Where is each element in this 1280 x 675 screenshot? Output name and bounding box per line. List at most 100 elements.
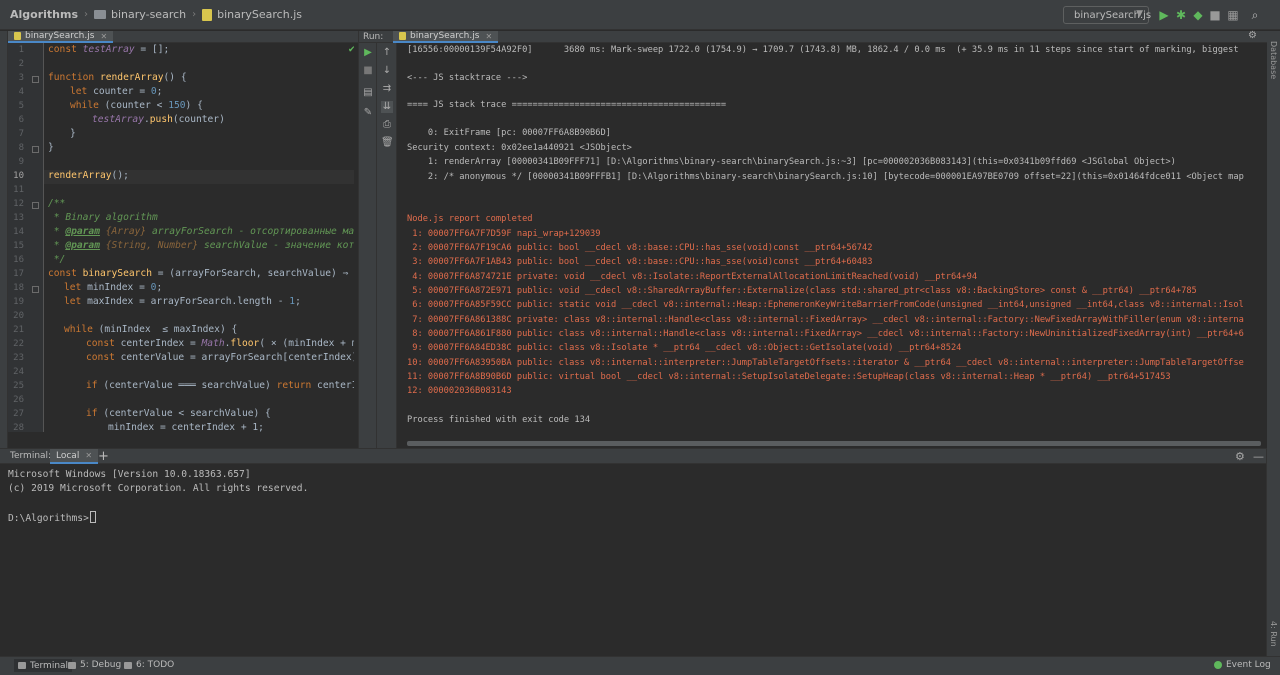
soft-wrap-icon[interactable]: ⇉ bbox=[381, 83, 393, 95]
console-line: 10: 00007FF6A83950BA public: class v8::i… bbox=[407, 358, 1244, 368]
stop-icon[interactable]: ■ bbox=[1208, 7, 1222, 23]
run-tool-window: Run: binarySearch.js ✕ ⚙ ▶ ■ ▤ ✎ ↑ ↓ ⇉ ⇊… bbox=[358, 30, 1267, 448]
console-horizontal-scrollbar[interactable] bbox=[407, 441, 1261, 446]
folder-icon bbox=[94, 10, 107, 19]
fold-marker-icon[interactable] bbox=[32, 202, 39, 209]
console-line: <--- JS stacktrace ---> bbox=[407, 73, 528, 83]
database-tool-button[interactable]: Database bbox=[1269, 41, 1278, 79]
breadcrumb-separator: › bbox=[192, 9, 197, 20]
status-bar: Terminal 5: Debug 6: TODO Event Log bbox=[0, 656, 1280, 675]
gear-icon[interactable]: ⚙ bbox=[1248, 30, 1257, 41]
minimize-icon[interactable]: — bbox=[1253, 449, 1264, 464]
gear-icon[interactable]: ⚙ bbox=[1235, 449, 1245, 464]
console-line: 4: 00007FF6A874721E private: void __cdec… bbox=[407, 272, 978, 282]
coverage-icon[interactable]: ◆ bbox=[1191, 7, 1205, 23]
print-icon[interactable]: ⎙ bbox=[381, 119, 393, 131]
line-number: 19 bbox=[13, 297, 24, 307]
rerun-icon[interactable]: ▶ bbox=[362, 47, 374, 59]
code-line: */ bbox=[48, 254, 66, 265]
line-number: 21 bbox=[13, 325, 24, 335]
todo-tool-button[interactable]: 6: TODO bbox=[124, 660, 174, 670]
list-icon bbox=[124, 661, 132, 669]
close-icon[interactable]: ✕ bbox=[100, 32, 107, 41]
terminal-output[interactable]: Microsoft Windows [Version 10.0.18363.65… bbox=[0, 464, 1266, 656]
console-line: 2: 00007FF6A7F19CA6 public: bool __cdecl… bbox=[407, 243, 873, 253]
chevron-down-icon: ▼ bbox=[1136, 9, 1143, 19]
console-line: [16556:00000139F54A92F0] 3680 ms: Mark-s… bbox=[407, 45, 1239, 55]
run-tool-button[interactable]: 4: Run bbox=[1269, 621, 1278, 647]
js-file-icon bbox=[202, 8, 213, 21]
pin-tab-icon[interactable]: ✎ bbox=[362, 107, 374, 119]
line-number: 17 bbox=[13, 269, 24, 279]
console-line: 3: 00007FF6A7F1AB43 public: bool __cdecl… bbox=[407, 257, 873, 267]
terminal-cursor bbox=[89, 511, 96, 523]
arrow-up-icon[interactable]: ↑ bbox=[381, 47, 393, 59]
console-line: ==== JS stack trace ====================… bbox=[407, 100, 727, 110]
scroll-to-end-icon[interactable]: ⇊ bbox=[381, 101, 393, 113]
arrow-down-icon[interactable]: ↓ bbox=[381, 65, 393, 77]
fold-marker-icon[interactable] bbox=[32, 76, 39, 83]
console-line: 1: renderArray [00000341B09FFF71] [D:\Al… bbox=[407, 157, 1176, 167]
navigation-bar: Algorithms › binary-search › binarySearc… bbox=[0, 0, 1280, 30]
line-number: 27 bbox=[13, 409, 24, 419]
run-configuration-select[interactable]: binarySearch.js ▼ bbox=[1063, 6, 1151, 24]
event-log-button[interactable]: Event Log bbox=[1214, 660, 1271, 670]
console-line: 7: 00007FF6A861388C private: class v8::i… bbox=[407, 315, 1244, 325]
breadcrumb-project[interactable]: Algorithms bbox=[10, 8, 78, 21]
code-line: function renderArray() { bbox=[48, 72, 187, 83]
line-number: 6 bbox=[18, 115, 24, 125]
line-number-gutter: 1 2 3 4 5 6 7 8 9 10 11 12 13 14 15 16 1… bbox=[8, 43, 44, 433]
breadcrumb-folder[interactable]: binary-search bbox=[94, 8, 186, 21]
code-line: if (centerValue < searchValue) { bbox=[86, 408, 271, 419]
search-everywhere-icon[interactable]: ⌕ bbox=[1248, 7, 1262, 23]
todo-tool-label: 6: TODO bbox=[136, 660, 175, 670]
project-structure-icon[interactable]: ▦ bbox=[1226, 7, 1240, 23]
line-number: 11 bbox=[13, 185, 24, 195]
debug-tool-label: 5: Debug bbox=[80, 660, 122, 670]
fold-marker-icon[interactable] bbox=[32, 286, 39, 293]
editor-tab-label: binarySearch.js bbox=[25, 31, 95, 41]
code-line: } bbox=[48, 142, 54, 153]
trash-icon[interactable]: 🗑 bbox=[381, 137, 394, 149]
close-icon[interactable]: ✕ bbox=[485, 32, 492, 41]
run-label: Run: bbox=[363, 32, 384, 42]
console-vertical-scrollbar[interactable] bbox=[1262, 43, 1267, 448]
debug-tool-button[interactable]: 5: Debug bbox=[68, 660, 121, 670]
line-number: 9 bbox=[18, 157, 24, 167]
terminal-line: Microsoft Windows [Version 10.0.18363.65… bbox=[8, 469, 251, 480]
terminal-tab-local[interactable]: Local ✕ bbox=[50, 449, 99, 464]
breadcrumb-folder-label: binary-search bbox=[111, 8, 187, 21]
add-terminal-icon[interactable]: + bbox=[98, 449, 109, 464]
line-number: 16 bbox=[13, 255, 24, 265]
code-line: renderArray(); bbox=[48, 170, 129, 181]
breadcrumb-separator: › bbox=[84, 9, 89, 20]
terminal-tool-button[interactable]: Terminal bbox=[14, 659, 73, 672]
fold-marker-icon[interactable] bbox=[32, 146, 39, 153]
restore-layout-icon[interactable]: ▤ bbox=[362, 87, 374, 99]
code-line: } bbox=[70, 128, 76, 139]
line-number: 3 bbox=[18, 73, 24, 83]
stop-icon[interactable]: ■ bbox=[362, 65, 374, 77]
run-toolbar-primary: ▶ ■ ▤ ✎ bbox=[359, 43, 377, 448]
breadcrumb-file[interactable]: binarySearch.js bbox=[202, 8, 302, 21]
debug-icon[interactable]: ✱ bbox=[1174, 7, 1188, 23]
run-tab-label: binarySearch.js bbox=[410, 31, 480, 41]
run-tab-binarysearch[interactable]: binarySearch.js ✕ bbox=[393, 31, 499, 43]
line-number: 2 bbox=[18, 59, 24, 69]
bug-icon bbox=[68, 661, 76, 669]
editor-tab-bar: binarySearch.js ✕ bbox=[8, 31, 358, 43]
line-number: 7 bbox=[18, 129, 24, 139]
code-line: * Binary algorithm bbox=[48, 212, 158, 223]
run-icon[interactable]: ▶ bbox=[1157, 7, 1171, 23]
line-number: 18 bbox=[13, 283, 24, 293]
code-line: minIndex = centerIndex + 1; bbox=[108, 422, 264, 432]
code-line: testArray.push(counter) bbox=[92, 114, 225, 125]
terminal-icon bbox=[18, 662, 26, 669]
run-console-output[interactable]: [16556:00000139F54A92F0] 3680 ms: Mark-s… bbox=[399, 43, 1261, 448]
line-number: 26 bbox=[13, 395, 24, 405]
editor-tab-binarysearch[interactable]: binarySearch.js ✕ bbox=[8, 31, 114, 43]
code-editor[interactable]: const testArray = []; function renderArr… bbox=[44, 43, 358, 432]
code-line: const centerIndex = Math.floor( × (minIn… bbox=[86, 338, 358, 349]
line-number: 8 bbox=[18, 143, 24, 153]
close-icon[interactable]: ✕ bbox=[85, 451, 92, 460]
